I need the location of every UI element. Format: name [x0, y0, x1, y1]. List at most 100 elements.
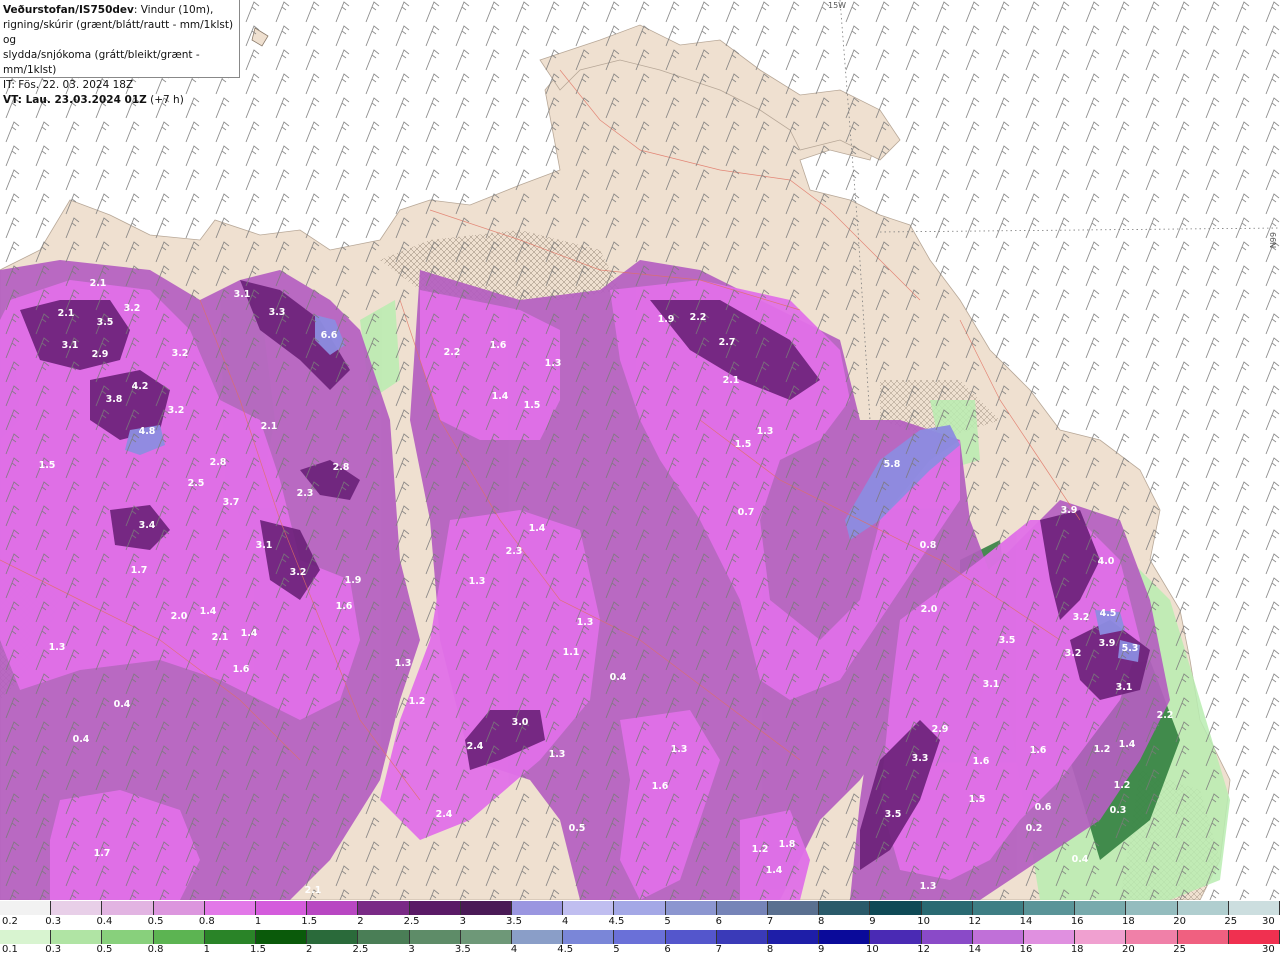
precip-value-label: 1.3 [545, 358, 562, 369]
precip-value-label: 2.1 [723, 375, 740, 386]
precip-value-label: 1.3 [920, 881, 937, 892]
precip-value-label: 0.4 [114, 699, 131, 710]
legend-swatch [1126, 901, 1178, 915]
snow-color-legend [0, 901, 1280, 915]
precip-value-label: 3.2 [1065, 648, 1082, 659]
precip-value-label: 1.5 [735, 439, 752, 450]
precip-value-label: 1.2 [1094, 744, 1111, 755]
rain-color-legend [0, 930, 1280, 944]
precip-value-label: 0.4 [610, 672, 627, 683]
precip-value-label: 1.1 [563, 647, 580, 658]
legend-swatch [972, 901, 1025, 915]
title-line-2: rigning/skúrir (grænt/blátt/rautt - mm/1… [3, 19, 234, 46]
legend-swatch [1126, 930, 1178, 944]
legend-swatch [1075, 901, 1127, 915]
legend-swatch [1228, 901, 1280, 915]
precip-value-label: 3.1 [1116, 682, 1133, 693]
precip-value-label: 5.3 [1122, 643, 1139, 654]
precip-value-label: 1.4 [200, 606, 217, 617]
precip-value-label: 1.5 [39, 460, 56, 471]
precip-value-label: 2.0 [921, 604, 938, 615]
precip-value-label: 2.8 [333, 462, 350, 473]
precip-value-label: 3.5 [885, 809, 902, 820]
legend-tick-label: 0.5 [96, 944, 113, 955]
legend-swatch [153, 930, 205, 944]
legend-tick-label: 9 [818, 944, 825, 955]
legend-tick-label: 2 [357, 916, 364, 927]
precip-value-label: 1.6 [973, 756, 990, 767]
precip-value-label: 3.2 [124, 303, 141, 314]
legend-tick-label: 18 [1122, 916, 1135, 927]
precip-value-label: 3.2 [168, 405, 185, 416]
legend-tick-label: 0.5 [147, 916, 164, 927]
precip-value-label: 1.3 [577, 617, 594, 628]
precip-value-label: 4.2 [132, 381, 149, 392]
legend-swatch [204, 930, 257, 944]
precip-value-label: 2.5 [188, 478, 205, 489]
precip-value-label: 2.1 [212, 632, 229, 643]
legend-swatch [614, 901, 666, 915]
legend-tick-label: 10 [917, 916, 930, 927]
precip-value-label: 2.2 [1157, 710, 1174, 721]
precip-value-label: 2.3 [297, 488, 314, 499]
legend-tick-label: 1 [203, 944, 210, 955]
legend-tick-label: 25 [1224, 916, 1238, 927]
legend-swatch [870, 901, 922, 915]
precip-value-label: 0.4 [1072, 854, 1089, 865]
legend-tick-label: 3 [459, 916, 466, 927]
legend-swatch [1228, 930, 1280, 944]
precip-value-label: 1.2 [1114, 780, 1131, 791]
legend-tick-label: 3 [408, 944, 415, 955]
precip-value-label: 3.4 [139, 520, 156, 531]
legend-tick-label: 16 [1019, 944, 1033, 955]
legend-swatch [102, 901, 154, 915]
legend-swatch [972, 930, 1025, 944]
legend-swatch [819, 901, 871, 915]
precip-value-label: 3.9 [1099, 638, 1116, 649]
precip-value-label: 1.3 [395, 658, 412, 669]
precip-value-label: 2.9 [92, 349, 109, 360]
precip-value-label: 0.6 [1035, 802, 1052, 813]
valid-time: VT: Lau. 23.03.2024 01Z (+7 h) [3, 93, 236, 108]
precip-value-label: 1.3 [671, 744, 688, 755]
legend-tick-label: 9 [869, 916, 876, 927]
precip-value-label: 1.3 [549, 749, 566, 760]
legend-swatch [1075, 930, 1127, 944]
precip-value-label: 1.4 [1119, 739, 1136, 750]
legend-tick-label: 2.5 [352, 944, 369, 955]
legend-tick-label: 4.5 [557, 944, 574, 955]
precip-value-label: 3.2 [1073, 612, 1090, 623]
legend-tick-label: 8 [766, 944, 774, 955]
precip-value-label: 3.2 [290, 567, 307, 578]
legend-tick-label: 14 [968, 944, 982, 955]
forecast-map[interactable]: 15W 66N 2.1 2.1 3.5 3.2 3.1 2.9 3.2 4.2 3.8 3.2 4.… [0, 0, 1280, 900]
legend-tick-label: 4 [510, 944, 518, 955]
legend-tick-label: 6 [715, 916, 722, 927]
precip-value-label: 2.2 [444, 347, 461, 358]
legend-swatch [768, 901, 820, 915]
legend-swatch [102, 930, 154, 944]
legend-swatch [409, 901, 461, 915]
precip-value-label: 1.6 [490, 340, 507, 351]
precip-value-label: 1.4 [529, 523, 546, 534]
precip-value-label: 0.5 [569, 823, 586, 834]
precip-value-label: 2.8 [210, 457, 227, 468]
legend-tick-label: 0.3 [45, 916, 62, 927]
precip-value-label: 2.1 [261, 421, 278, 432]
precip-value-label: 1.7 [94, 848, 111, 859]
legend-tick-label: 5 [613, 944, 620, 955]
precip-value-label: 2.4 [467, 741, 484, 752]
legend-swatch [665, 901, 717, 915]
precip-value-label: 3.0 [512, 717, 529, 728]
legend-swatch [51, 930, 103, 944]
legend-swatch [665, 930, 717, 944]
legend-tick-label: 0.3 [45, 944, 62, 955]
legend-tick-label: 0.8 [147, 944, 164, 955]
legend-swatch [563, 901, 615, 915]
precip-value-label: 1.3 [49, 642, 66, 653]
legend-tick-label: 0.8 [198, 916, 215, 927]
precip-value-label: 1.7 [131, 565, 148, 576]
legend-swatch [153, 901, 205, 915]
legend-swatch [51, 901, 103, 915]
precip-value-label: 3.3 [269, 307, 286, 318]
